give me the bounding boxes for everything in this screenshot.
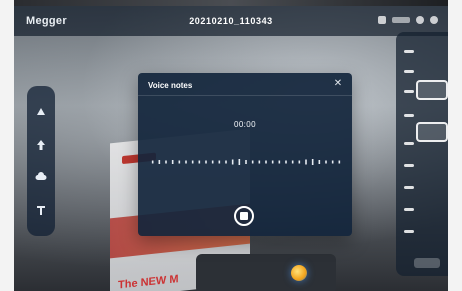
waveform-bar [278, 160, 281, 164]
waveform-bar [311, 159, 314, 165]
audio-waveform [151, 159, 341, 165]
waveform-bar [251, 160, 254, 164]
app-header: Megger 20210210_110343 [14, 6, 448, 36]
profile-icon[interactable] [430, 16, 438, 24]
panel-tick [404, 142, 414, 145]
waveform-bar [151, 160, 154, 164]
waveform-bar [331, 160, 334, 164]
camera-view: The NEW M Megger 20210210_110343 Voice n… [14, 6, 448, 291]
settings-icon[interactable] [416, 16, 424, 24]
panel-tick [404, 186, 414, 189]
waveform-bar [231, 159, 234, 165]
background-device [196, 254, 336, 291]
dialog-divider [138, 95, 352, 96]
panel-tick [404, 70, 414, 73]
text-icon[interactable] [32, 201, 50, 219]
panel-tick [404, 90, 414, 93]
waveform-bar [318, 160, 321, 164]
waveform-bar [271, 160, 274, 164]
stop-record-button[interactable] [234, 206, 254, 226]
capture-button[interactable] [291, 265, 307, 281]
waveform-bar [191, 160, 194, 164]
waveform-bar [158, 160, 161, 164]
dialog-title: Voice notes [148, 81, 193, 90]
right-side-panel [396, 32, 448, 276]
panel-tick [404, 230, 414, 233]
shape-icon[interactable] [32, 103, 50, 121]
waveform-bar [245, 160, 247, 164]
status-icons [378, 16, 438, 24]
waveform-bar [325, 160, 327, 164]
panel-card[interactable] [416, 122, 448, 142]
waveform-bar [198, 160, 201, 164]
waveform-bar [218, 160, 221, 164]
panel-tick [404, 164, 414, 167]
waveform-bar [291, 160, 294, 164]
close-icon[interactable]: ✕ [332, 78, 344, 90]
wifi-icon [378, 16, 386, 24]
waveform-bar [258, 160, 261, 164]
waveform-bar [305, 159, 307, 165]
waveform-bar [165, 160, 167, 164]
voice-notes-dialog: Voice notes ✕ 00:00 [138, 73, 352, 236]
waveform-bar [265, 160, 267, 164]
waveform-bar [285, 160, 287, 164]
panel-button[interactable] [414, 258, 440, 268]
panel-card[interactable] [416, 80, 448, 100]
cloud-icon[interactable] [32, 168, 50, 186]
waveform-bar [211, 160, 214, 164]
stop-icon [240, 212, 248, 220]
poster-text: The NEW M [118, 273, 179, 291]
panel-tick [404, 50, 414, 53]
waveform-bar [225, 160, 227, 164]
waveform-bar [185, 160, 187, 164]
recording-timer: 00:00 [233, 120, 257, 129]
waveform-bar [238, 159, 241, 165]
waveform-bar [178, 160, 181, 164]
waveform-bar [338, 160, 341, 164]
waveform-bar [171, 160, 174, 164]
device-frame: The NEW M Megger 20210210_110343 Voice n… [0, 0, 462, 291]
panel-tick [404, 114, 414, 117]
panel-tick [404, 208, 414, 211]
left-toolbar [27, 86, 55, 236]
arrow-up-icon[interactable] [32, 136, 50, 154]
battery-icon [392, 17, 410, 23]
waveform-bar [298, 160, 301, 164]
waveform-bar [205, 160, 207, 164]
